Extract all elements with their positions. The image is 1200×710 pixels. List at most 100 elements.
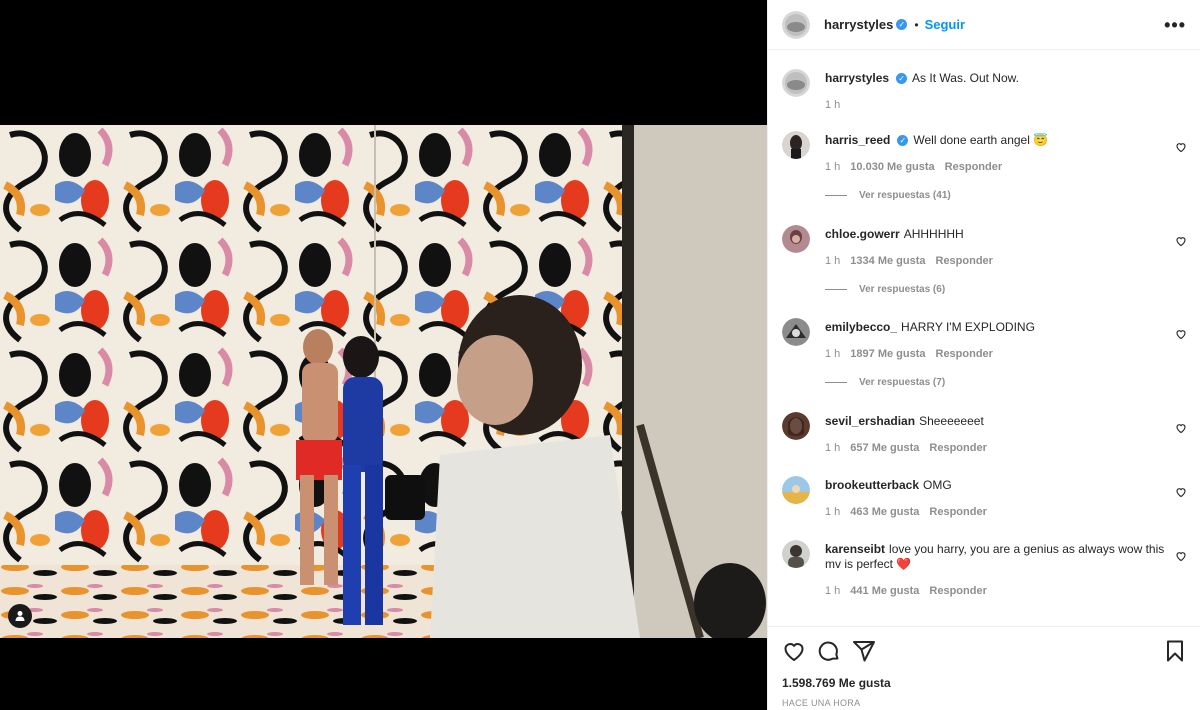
reply-button[interactable]: Responder — [936, 255, 993, 267]
comment-time: 1 h — [825, 442, 841, 454]
author-username[interactable]: harrystyles — [824, 17, 893, 32]
post-like-count[interactable]: 1.598.769 Me gusta — [782, 676, 891, 690]
follow-button[interactable]: Seguir — [925, 17, 965, 32]
view-replies-button[interactable]: Ver respuestas (7) — [825, 377, 1165, 388]
comment-username[interactable]: karenseibt — [825, 542, 885, 556]
view-replies-line — [825, 195, 847, 196]
comment-like-count[interactable]: 10.030 Me gusta — [850, 161, 934, 173]
more-options-icon[interactable]: ••• — [1164, 16, 1186, 34]
reply-button[interactable]: Responder — [929, 585, 986, 597]
comment-meta: 1 h 441 Me gusta Responder — [825, 585, 1165, 597]
comment-body: harris_reed ✓ Well done earth angel 😇 1 h … — [825, 131, 1187, 201]
separator-dot: • — [914, 17, 919, 32]
bookmark-icon[interactable] — [1163, 639, 1187, 663]
comment-body: karenseibt love you harry, you are a geni… — [825, 540, 1187, 597]
comment-text: HARRY I'M EXPLODING — [901, 320, 1035, 334]
comment-icon[interactable] — [817, 639, 841, 663]
heart-icon[interactable] — [782, 639, 806, 663]
reply-button[interactable]: Responder — [936, 348, 993, 360]
paper-plane-icon[interactable] — [852, 639, 876, 663]
post-photo[interactable] — [0, 125, 767, 638]
comment-like-count[interactable]: 441 Me gusta — [850, 585, 919, 597]
view-replies-label: Ver respuestas (41) — [859, 190, 951, 201]
comment-item: chloe.gowerr AHHHHHH 1 h 1334 Me gusta Re… — [782, 225, 1187, 295]
like-comment-heart-icon[interactable] — [1175, 486, 1187, 498]
comment-body: chloe.gowerr AHHHHHH 1 h 1334 Me gusta Re… — [825, 225, 1187, 295]
comments-list[interactable]: harrystyles ✓ As It Was. Out Now. 1 h harr… — [768, 51, 1200, 626]
post-media-area — [0, 0, 767, 710]
verified-badge-icon: ✓ — [896, 19, 908, 30]
reply-button[interactable]: Responder — [929, 506, 986, 518]
instagram-post-viewer: harrystyles ✓ • Seguir ••• harrystyles ✓ A… — [0, 0, 1200, 710]
author-block: harrystyles ✓ • Seguir — [824, 17, 965, 32]
comment-text-line: sevil_ershadian Sheeeeeeet — [825, 412, 1165, 429]
comment-like-count[interactable]: 1897 Me gusta — [850, 348, 925, 360]
post-header: harrystyles ✓ • Seguir ••• — [768, 0, 1200, 50]
like-comment-heart-icon[interactable] — [1175, 141, 1187, 153]
comment-text-line: chloe.gowerr AHHHHHH — [825, 225, 1165, 242]
verified-badge-icon: ✓ — [897, 135, 909, 146]
comment-body: brookeutterback OMG 1 h 463 Me gusta Resp… — [825, 476, 1187, 518]
view-replies-line — [825, 289, 847, 290]
like-comment-heart-icon[interactable] — [1175, 422, 1187, 434]
comment-body: sevil_ershadian Sheeeeeeet 1 h 657 Me gus… — [825, 412, 1187, 454]
comment-meta: 1 h 10.030 Me gusta Responder — [825, 161, 1165, 173]
like-comment-heart-icon[interactable] — [1175, 235, 1187, 247]
user-tag-icon — [15, 611, 25, 621]
comment-body: emilybecco_ HARRY I'M EXPLODING 1 h 1897 … — [825, 318, 1187, 388]
author-avatar[interactable] — [782, 69, 810, 97]
comment-item: emilybecco_ HARRY I'M EXPLODING 1 h 1897 … — [782, 318, 1187, 388]
view-replies-button[interactable]: Ver respuestas (6) — [825, 284, 1165, 295]
comment-time: 1 h — [825, 348, 841, 360]
commenter-avatar[interactable] — [782, 540, 810, 568]
comment-text-line: emilybecco_ HARRY I'M EXPLODING — [825, 318, 1165, 335]
user-tag-button[interactable] — [8, 604, 32, 628]
action-bar — [782, 639, 1187, 665]
comment-text: AHHHHHH — [903, 227, 964, 241]
comment-text: Well done earth angel 😇 — [913, 133, 1049, 147]
caption-row: harrystyles ✓ As It Was. Out Now. 1 h — [782, 69, 1187, 111]
comment-text-line: brookeutterback OMG — [825, 476, 1165, 493]
comment-item: karenseibt love you harry, you are a geni… — [782, 540, 1187, 597]
caption-meta: 1 h — [825, 99, 1165, 111]
comment-username[interactable]: chloe.gowerr — [825, 227, 900, 241]
caption-time: 1 h — [825, 99, 841, 111]
view-replies-label: Ver respuestas (7) — [859, 377, 946, 388]
comment-like-count[interactable]: 657 Me gusta — [850, 442, 919, 454]
comment-meta: 1 h 657 Me gusta Responder — [825, 442, 1165, 454]
comment-username[interactable]: brookeutterback — [825, 478, 919, 492]
comment-text: Sheeeeeeet — [919, 414, 984, 428]
commenter-avatar[interactable] — [782, 412, 810, 440]
comment-like-count[interactable]: 463 Me gusta — [850, 506, 919, 518]
commenter-avatar[interactable] — [782, 476, 810, 504]
view-replies-line — [825, 382, 847, 383]
comment-item: brookeutterback OMG 1 h 463 Me gusta Resp… — [782, 476, 1187, 518]
commenter-avatar[interactable] — [782, 318, 810, 346]
post-timestamp: HACE UNA HORA — [782, 698, 861, 708]
comment-time: 1 h — [825, 255, 841, 267]
reply-button[interactable]: Responder — [929, 442, 986, 454]
comment-username[interactable]: sevil_ershadian — [825, 414, 915, 428]
author-avatar[interactable] — [782, 10, 810, 39]
comment-meta: 1 h 1897 Me gusta Responder — [825, 348, 1165, 360]
comment-item: harris_reed ✓ Well done earth angel 😇 1 h … — [782, 131, 1187, 201]
comment-username[interactable]: harris_reed — [825, 133, 890, 147]
view-replies-button[interactable]: Ver respuestas (41) — [825, 190, 1165, 201]
caption-text: As It Was. Out Now. — [912, 71, 1019, 85]
comment-username[interactable]: emilybecco_ — [825, 320, 897, 334]
commenter-avatar[interactable] — [782, 225, 810, 253]
commenter-avatar[interactable] — [782, 131, 810, 159]
caption-username[interactable]: harrystyles — [825, 71, 889, 85]
verified-badge-icon: ✓ — [896, 73, 908, 84]
comment-meta: 1 h 463 Me gusta Responder — [825, 506, 1165, 518]
like-comment-heart-icon[interactable] — [1175, 328, 1187, 340]
post-footer: 1.598.769 Me gusta HACE UNA HORA — [768, 626, 1200, 710]
reply-button[interactable]: Responder — [945, 161, 1002, 173]
comment-item: sevil_ershadian Sheeeeeeet 1 h 657 Me gus… — [782, 412, 1187, 454]
post-side-panel: harrystyles ✓ • Seguir ••• harrystyles ✓ A… — [767, 0, 1200, 710]
comment-text-line: karenseibt love you harry, you are a geni… — [825, 540, 1165, 572]
comment-like-count[interactable]: 1334 Me gusta — [850, 255, 925, 267]
like-comment-heart-icon[interactable] — [1175, 550, 1187, 562]
comment-text: OMG — [923, 478, 952, 492]
caption-body: harrystyles ✓ As It Was. Out Now. 1 h — [825, 69, 1187, 111]
